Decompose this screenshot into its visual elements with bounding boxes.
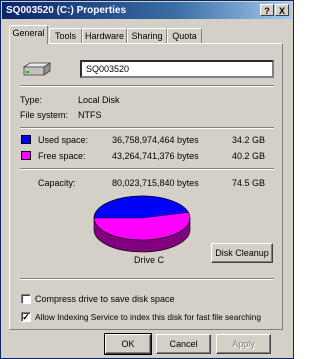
hard-drive-icon [22, 62, 52, 76]
window-title: SQ003520 (C:) Properties [6, 5, 127, 16]
type-label: Type: [20, 95, 43, 105]
capacity-gb: 74.5 GB [232, 178, 266, 188]
tab-sharing[interactable]: Sharing [127, 28, 167, 43]
capacity-label: Capacity: [38, 178, 76, 188]
drive-name-field[interactable]: SQ003520 [80, 60, 274, 78]
compress-checkbox[interactable] [21, 294, 31, 304]
type-value: Local Disk [78, 95, 120, 105]
cancel-button[interactable]: Cancel [156, 334, 211, 354]
separator [20, 127, 274, 129]
check-mark-icon: ✓ [22, 312, 30, 322]
used-space-bytes: 36,758,974,464 bytes [112, 135, 199, 145]
separator [20, 85, 274, 87]
file-system-value: NTFS [78, 110, 102, 120]
general-panel: SQ003520 Type: Local Disk File system: N… [9, 43, 283, 330]
free-space-gb: 40.2 GB [232, 151, 266, 161]
used-space-swatch [21, 135, 31, 144]
free-space-bytes: 43,264,741,376 bytes [112, 151, 199, 161]
tab-general[interactable]: General [9, 25, 48, 44]
free-space-swatch [21, 151, 31, 160]
tab-hardware[interactable]: Hardware [82, 28, 127, 43]
capacity-bytes: 80,023,715,840 bytes [112, 178, 199, 188]
drive-label: Drive C [134, 255, 165, 265]
separator [20, 278, 274, 280]
used-space-gb: 34.2 GB [232, 135, 266, 145]
title-bar[interactable]: SQ003520 (C:) Properties ? X [2, 2, 292, 19]
file-system-label: File system: [20, 110, 69, 120]
help-button[interactable]: ? [260, 4, 274, 16]
free-space-label: Free space: [38, 151, 86, 161]
apply-button[interactable]: Apply [216, 334, 271, 354]
ok-button[interactable]: OK [104, 333, 152, 355]
disk-usage-pie [93, 195, 191, 253]
used-space-label: Used space: [38, 135, 89, 145]
close-button[interactable]: X [275, 4, 289, 16]
compress-label: Compress drive to save disk space [35, 294, 175, 304]
tab-tools[interactable]: Tools [49, 28, 82, 43]
indexing-checkbox[interactable]: ✓ [21, 312, 31, 322]
indexing-label: Allow Indexing Service to index this dis… [35, 312, 261, 322]
disk-cleanup-button[interactable]: Disk Cleanup [211, 243, 273, 263]
tab-quota[interactable]: Quota [167, 28, 202, 43]
properties-dialog: SQ003520 (C:) Properties ? X General Too… [0, 0, 294, 359]
separator [20, 168, 274, 170]
